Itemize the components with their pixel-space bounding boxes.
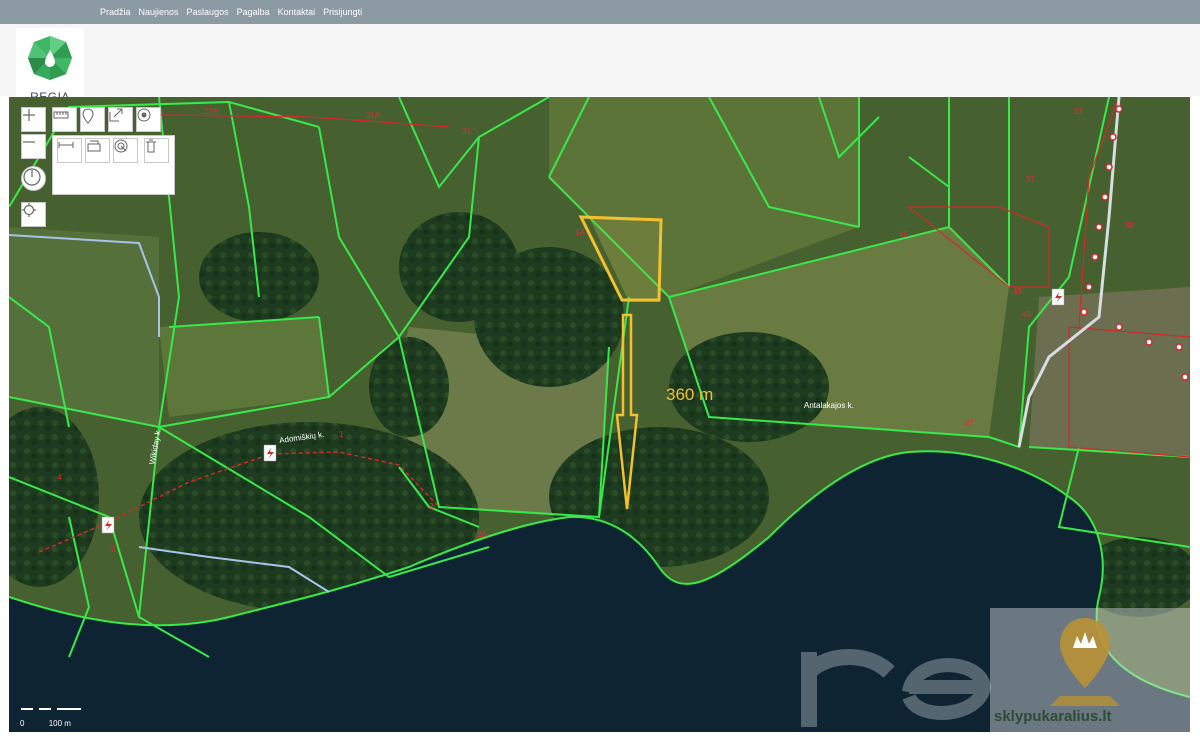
zoom-in-icon	[23, 109, 35, 121]
share-button[interactable]	[108, 107, 133, 132]
share-icon	[109, 108, 123, 122]
field-area	[9, 227, 159, 427]
target-button[interactable]	[136, 107, 161, 132]
nav-item-pagalba[interactable]: Pagalba	[237, 7, 270, 17]
parcel-number: 1	[339, 430, 344, 439]
nav-item-pradzia[interactable]: Pradžia	[100, 7, 131, 17]
top-bar: Pradžia Naujienos Paslaugos Pagalba Kont…	[0, 0, 1200, 24]
parcel-number: 2	[429, 502, 434, 511]
radar-button[interactable]	[113, 138, 138, 163]
measure-button[interactable]	[52, 107, 77, 132]
ruler-icon	[58, 142, 74, 148]
forest-area	[199, 232, 319, 322]
ruler-button[interactable]	[57, 138, 82, 163]
header: REGIA	[0, 24, 1200, 108]
forest-area	[399, 212, 519, 322]
locate-icon	[22, 203, 36, 217]
nav-item-paslaugos[interactable]: Paslaugos	[187, 7, 229, 17]
parcel-number: 1A	[575, 228, 585, 237]
parcel-number: 2A	[477, 530, 487, 539]
parcel-number: 3	[111, 545, 116, 554]
nav-item-kontaktai[interactable]: Kontaktai	[278, 7, 316, 17]
parcel-number: 4	[57, 473, 62, 482]
map-view[interactable]: sklypukaralius.lt 360 m Antalakajos k. A…	[9, 97, 1190, 732]
parcel-number: 21	[462, 127, 471, 136]
parcel-number: 41	[899, 230, 908, 239]
zoom-in-button[interactable]	[21, 107, 46, 132]
main-navigation: Pradžia Naujienos Paslaugos Pagalba Kont…	[100, 0, 362, 24]
pin-button[interactable]	[80, 107, 105, 132]
parcel-number: 45	[1022, 310, 1031, 319]
logo[interactable]: REGIA	[16, 28, 84, 108]
measurement-label: 360 m	[666, 385, 714, 404]
parcel-number: 21A	[204, 107, 219, 116]
compass-button[interactable]	[21, 166, 46, 191]
village-area	[1029, 287, 1190, 457]
parcel-number: 31	[1074, 107, 1083, 116]
compass-icon	[23, 168, 41, 186]
locate-button[interactable]	[21, 202, 46, 227]
nav-item-prisijungti[interactable]: Prisijungti	[323, 7, 362, 17]
parcel-number: 43	[1013, 287, 1022, 296]
measure-icon	[53, 111, 69, 119]
zoom-out-icon	[23, 141, 35, 143]
layers-button[interactable]	[85, 138, 110, 163]
pin-icon	[82, 108, 94, 124]
radar-icon	[114, 139, 128, 153]
regia-logo-icon	[28, 36, 72, 80]
watermark-site: sklypukaralius.lt	[994, 708, 1112, 725]
parcel-number: 47	[965, 419, 974, 428]
parcel-number: 21A	[366, 111, 381, 120]
scale-distance: 100 m	[48, 719, 71, 728]
scale-zero: 0	[20, 719, 25, 728]
trash-icon	[146, 139, 156, 153]
parcel-number: 30	[1125, 221, 1134, 230]
zoom-out-button[interactable]	[21, 134, 46, 159]
delete-button[interactable]	[144, 138, 169, 163]
place-label: Antalakajos k.	[804, 401, 854, 410]
parcel-number: 37	[1026, 175, 1035, 184]
nav-item-naujienos[interactable]: Naujienos	[139, 7, 179, 17]
target-icon	[137, 108, 151, 122]
scale-label: 0 100 m	[20, 719, 71, 728]
layers-icon	[87, 140, 101, 152]
